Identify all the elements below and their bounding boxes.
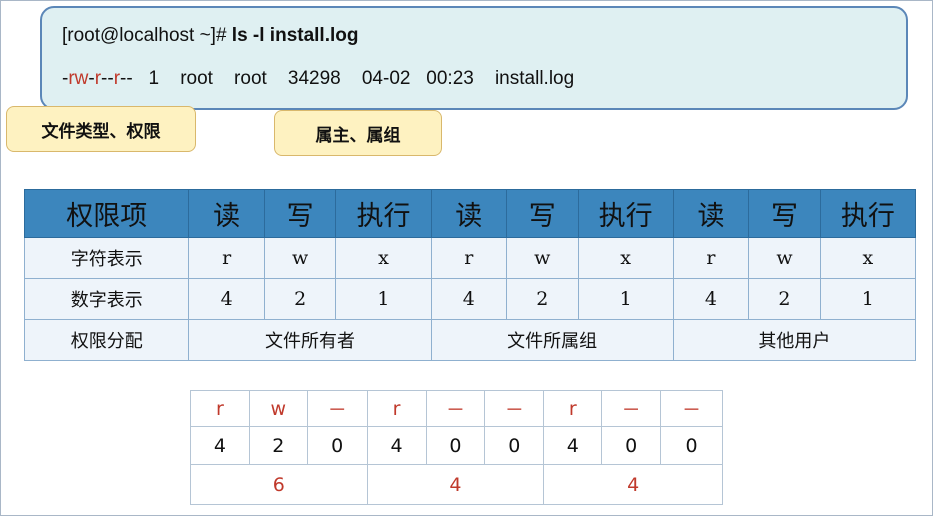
- number-cell: 0: [601, 426, 662, 465]
- header-cell: 权限项: [23, 189, 190, 238]
- command: ls -l install.log: [231, 25, 359, 46]
- number-cell: 0: [425, 426, 486, 465]
- callout-owner-group-text: 属主、属组: [315, 125, 401, 146]
- permission-table: 权限项 读 写 执行 读 写 执行 读 写 执行 字符表示 r w x r w …: [23, 189, 917, 361]
- table-cell: 4: [672, 278, 750, 320]
- symbol-cell: －: [601, 390, 662, 427]
- sum-cell: 4: [543, 464, 723, 505]
- table-cell: w: [748, 237, 821, 279]
- header-row: 权限项 读 写 执行 读 写 执行 读 写 执行: [23, 189, 917, 238]
- char-row: 字符表示 r w x r w x r w x: [23, 237, 917, 279]
- table-cell: 4: [430, 278, 508, 320]
- row-label: 数字表示: [23, 278, 190, 320]
- symbol-cell: r: [190, 390, 250, 427]
- table-cell: r: [188, 237, 265, 279]
- header-cell: 执行: [335, 189, 432, 238]
- perm-other-wx: --: [120, 68, 133, 89]
- header-cell: 写: [263, 189, 337, 238]
- header-cell: 执行: [577, 189, 674, 238]
- callout-owner-group: 属主、属组: [273, 83, 442, 156]
- row-label: 字符表示: [23, 237, 190, 279]
- table-cell: w: [263, 237, 337, 279]
- header-cell: 读: [188, 189, 265, 238]
- number-cell: 2: [248, 426, 308, 465]
- table-cell: 1: [819, 278, 917, 320]
- row-label: 权限分配: [23, 319, 190, 361]
- group-cell: 其他用户: [672, 319, 917, 361]
- perm-owner: rw: [68, 68, 89, 89]
- number-cell: 0: [306, 426, 368, 465]
- number-cell: 0: [660, 426, 723, 465]
- group-cell: 文件所有者: [188, 319, 432, 361]
- example-table: r w － r － － r － － 4 2 0 4 0 0 4 0 0 6 4 …: [190, 390, 723, 505]
- listing-line: -rw-r--r-- 1 root root 34298 04-02 00:23…: [62, 68, 574, 90]
- header-cell: 读: [430, 189, 508, 238]
- sum-row: 6 4 4: [190, 464, 723, 505]
- prompt: [root@localhost ~]#: [62, 25, 232, 46]
- table-cell: 2: [506, 278, 579, 320]
- header-cell: 写: [748, 189, 821, 238]
- symbol-cell: r: [543, 390, 603, 427]
- num-row: 数字表示 4 2 1 4 2 1 4 2 1: [23, 278, 917, 320]
- command-line: [root@localhost ~]# ls -l install.log: [62, 25, 358, 47]
- symbol-cell: －: [306, 390, 368, 427]
- table-cell: 1: [577, 278, 674, 320]
- number-cell: 4: [190, 426, 250, 465]
- table-cell: x: [577, 237, 674, 279]
- table-cell: x: [819, 237, 917, 279]
- group-cell: 文件所属组: [430, 319, 674, 361]
- listing-details: 1 root root 34298 04-02 00:23 install.lo…: [132, 68, 575, 89]
- table-cell: 4: [188, 278, 265, 320]
- header-cell: 读: [672, 189, 750, 238]
- assign-row: 权限分配 文件所有者 文件所属组 其他用户: [23, 319, 917, 361]
- table-cell: r: [430, 237, 508, 279]
- callout-type-perm-text: 文件类型、权限: [41, 121, 161, 142]
- symbol-row: r w － r － － r － －: [190, 390, 723, 427]
- number-cell: 4: [366, 426, 427, 465]
- sum-cell: 4: [366, 464, 545, 505]
- sum-cell: 6: [190, 464, 368, 505]
- number-row: 4 2 0 4 0 0 4 0 0: [190, 426, 723, 465]
- table-cell: r: [672, 237, 750, 279]
- number-cell: 4: [543, 426, 603, 465]
- symbol-cell: w: [248, 390, 308, 427]
- header-cell: 写: [506, 189, 579, 238]
- table-cell: w: [506, 237, 579, 279]
- table-cell: 2: [748, 278, 821, 320]
- header-cell: 执行: [819, 189, 917, 238]
- table-cell: x: [335, 237, 432, 279]
- symbol-cell: r: [366, 390, 427, 427]
- symbol-cell: －: [660, 390, 723, 427]
- callout-type-perm: 文件类型、权限: [6, 86, 196, 152]
- table-cell: 2: [263, 278, 337, 320]
- symbol-cell: －: [425, 390, 486, 427]
- table-cell: 1: [335, 278, 432, 320]
- perm-group-wx: --: [101, 68, 114, 89]
- symbol-cell: －: [484, 390, 545, 427]
- terminal-box: [root@localhost ~]# ls -l install.log -r…: [40, 6, 908, 110]
- number-cell: 0: [484, 426, 545, 465]
